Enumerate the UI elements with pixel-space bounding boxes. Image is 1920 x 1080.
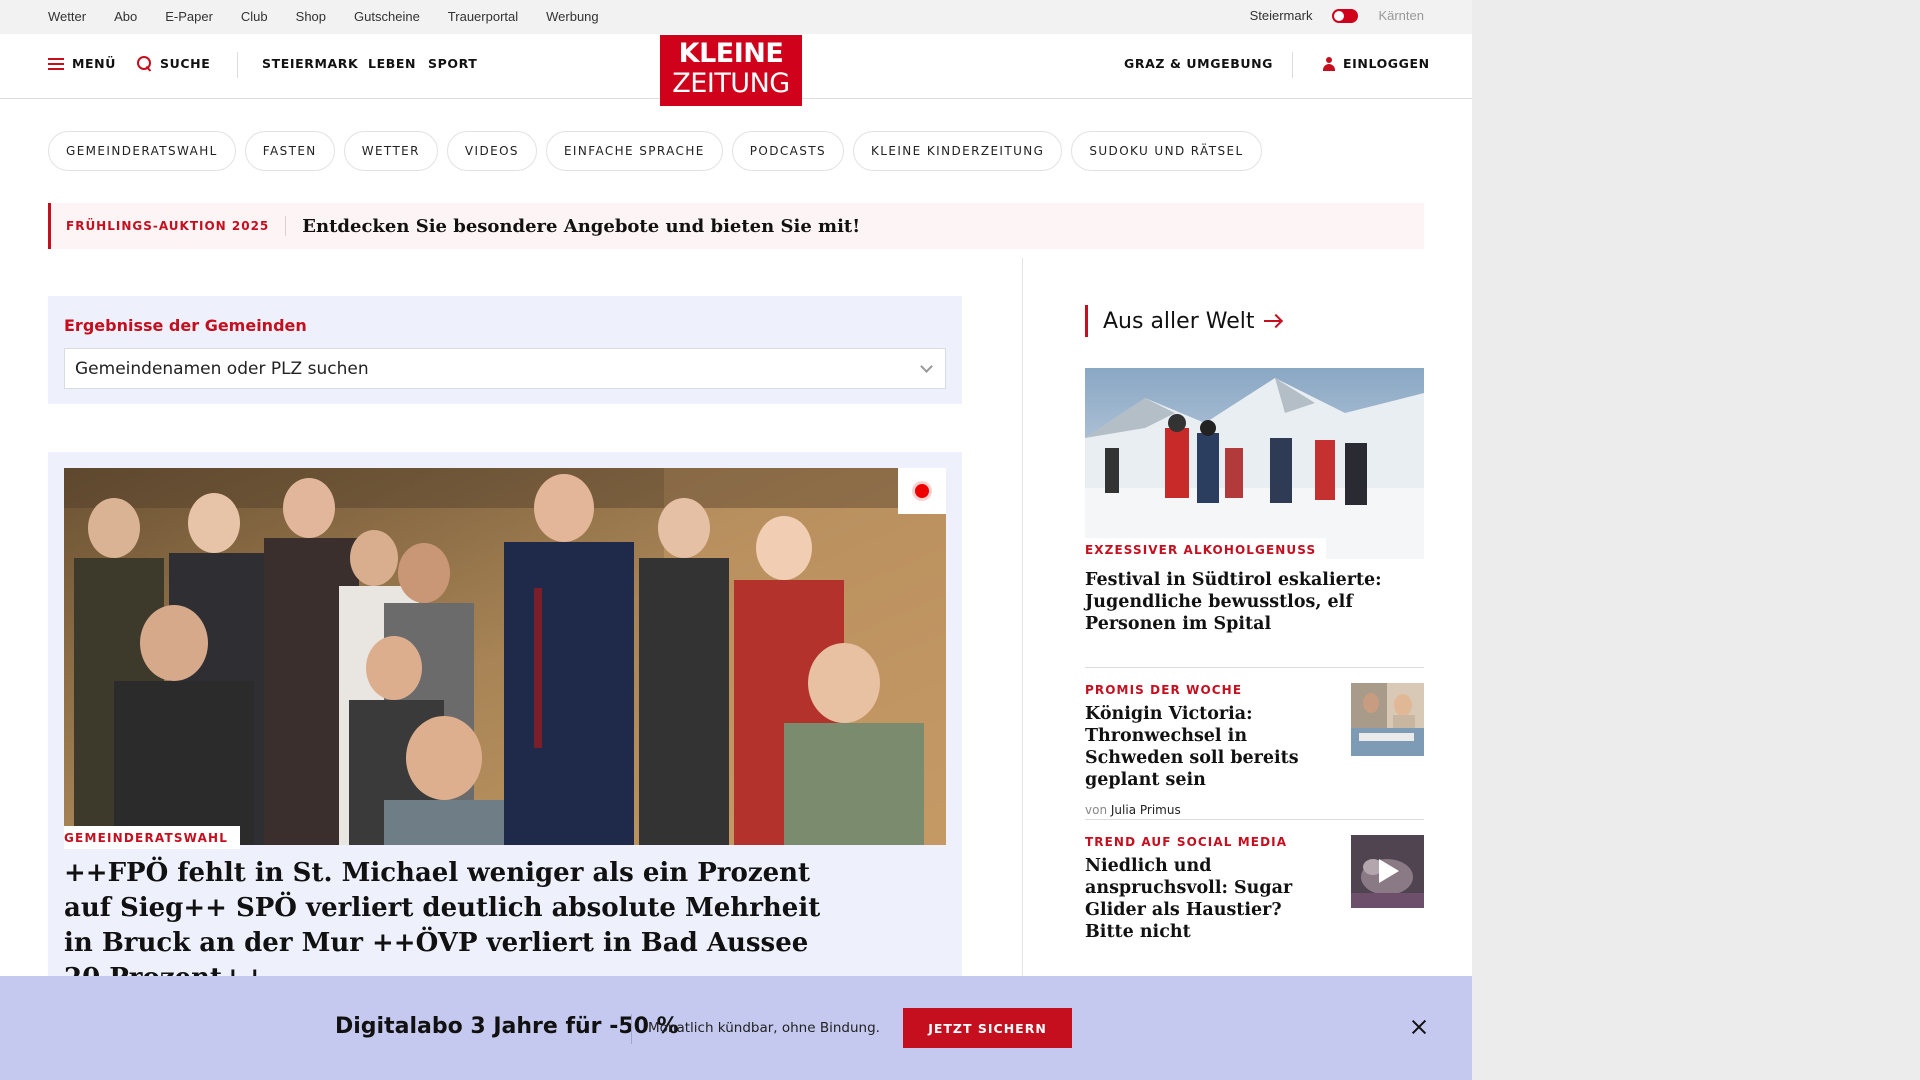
nav-steiermark[interactable]: STEIERMARK <box>262 56 358 71</box>
pill-podcasts[interactable]: PODCASTS <box>731 131 845 171</box>
sidebar-item-video-thumbnail[interactable] <box>1351 835 1424 908</box>
utility-link-abo[interactable]: Abo <box>114 9 137 24</box>
hero-image[interactable] <box>64 468 946 845</box>
pill-kinderzeitung[interactable]: KLEINE KINDERZEITUNG <box>853 131 1063 171</box>
hero-headline[interactable]: ++FPÖ fehlt in St. Michael weniger als e… <box>64 856 824 996</box>
gemeinden-select[interactable]: Gemeindenamen oder PLZ suchen <box>64 348 946 389</box>
utility-link-club[interactable]: Club <box>241 9 268 24</box>
royal-thumbnail-illustration <box>1351 683 1424 756</box>
menu-label: MENÜ <box>72 56 116 71</box>
utility-links: Wetter Abo E-Paper Club Shop Gutscheine … <box>48 9 627 24</box>
gemeinden-select-placeholder: Gemeindenamen oder PLZ suchen <box>75 358 369 379</box>
offer-text: Monatlich kündbar, ohne Bindung. <box>648 1020 880 1036</box>
region-kaernten[interactable]: Kärnten <box>1378 8 1424 23</box>
pill-fasten[interactable]: FASTEN <box>244 131 335 171</box>
logo-line2: ZEITUNG <box>672 68 790 99</box>
sidebar-item-headline[interactable]: Königin Victoria: Thronwechsel in Schwed… <box>1085 703 1333 791</box>
promo-banner[interactable]: FRÜHLINGS-AUKTION 2025 Entdecken Sie bes… <box>48 203 1424 249</box>
column-divider <box>1022 258 1023 998</box>
sidebar-item[interactable]: TREND AUF SOCIAL MEDIA Niedlich und ansp… <box>1085 835 1424 943</box>
utility-link-wetter[interactable]: Wetter <box>48 9 86 24</box>
login-button[interactable]: EINLOGGEN <box>1323 56 1430 71</box>
gemeinden-results-box: Ergebnisse der Gemeinden Gemeindenamen o… <box>48 296 962 404</box>
search-label: SUCHE <box>160 56 211 71</box>
pill-wetter[interactable]: WETTER <box>343 131 438 171</box>
arrow-right-icon <box>1264 314 1282 328</box>
author-name[interactable]: Julia Primus <box>1111 803 1181 817</box>
login-label: EINLOGGEN <box>1343 56 1430 71</box>
hero-tag: GEMEINDERATSWAHL <box>64 826 241 849</box>
region-steiermark[interactable]: Steiermark <box>1250 8 1313 23</box>
utility-link-trauerportal[interactable]: Trauerportal <box>448 9 518 24</box>
section-title: Aus aller Welt <box>1103 308 1255 334</box>
sidebar-item-thumbnail[interactable] <box>1351 683 1424 756</box>
gemeinden-title: Ergebnisse der Gemeinden <box>64 316 307 335</box>
close-icon[interactable] <box>1411 1019 1427 1035</box>
region-link-graz[interactable]: GRAZ & UMGEBUNG <box>1124 56 1273 71</box>
ski-photo-illustration <box>1085 368 1424 559</box>
section-heading-aus-aller-welt[interactable]: Aus aller Welt <box>1085 305 1282 337</box>
subscription-offer-banner: Digitalabo 3 Jahre für -50 % Monatlich k… <box>0 976 1472 1080</box>
utility-link-werbung[interactable]: Werbung <box>546 9 599 24</box>
region-toggle[interactable] <box>1332 8 1359 23</box>
utility-link-gutscheine[interactable]: Gutscheine <box>354 9 420 24</box>
sidebar-divider <box>1085 819 1424 820</box>
offer-cta-button[interactable]: JETZT SICHERN <box>903 1008 1072 1048</box>
author-prefix: von <box>1085 803 1108 817</box>
topic-pills: GEMEINDERATSWAHL FASTEN WETTER VIDEOS EI… <box>48 131 1262 171</box>
utility-link-shop[interactable]: Shop <box>296 9 326 24</box>
header-divider-right <box>1292 52 1293 78</box>
offer-divider <box>631 1014 632 1044</box>
utility-bar: Wetter Abo E-Paper Club Shop Gutscheine … <box>0 0 1472 34</box>
page: Wetter Abo E-Paper Club Shop Gutscheine … <box>0 0 1472 1080</box>
region-switch: Steiermark Kärnten <box>1250 8 1424 23</box>
main-header: MENÜ SUCHE STEIERMARK LEBEN SPORT KLEINE… <box>0 34 1472 106</box>
pill-einfache-sprache[interactable]: EINFACHE SPRACHE <box>545 131 723 171</box>
sidebar-top-headline[interactable]: Festival in Südtirol eskalierte: Jugendl… <box>1085 569 1385 635</box>
pill-sudoku[interactable]: SUDOKU UND RÄTSEL <box>1071 131 1262 171</box>
header-divider <box>237 52 238 78</box>
sidebar-divider <box>1085 667 1424 668</box>
search-icon <box>137 56 152 71</box>
chevron-down-icon <box>920 360 933 373</box>
sidebar-item-author: von Julia Primus <box>1085 803 1424 817</box>
search-button[interactable]: SUCHE <box>137 56 210 71</box>
offer-title: Digitalabo 3 Jahre für -50 % <box>335 1014 679 1039</box>
user-icon <box>1323 56 1335 71</box>
live-indicator <box>898 468 946 514</box>
menu-button[interactable]: MENÜ <box>48 56 116 71</box>
hero-photo-illustration <box>64 468 946 845</box>
kleine-zeitung-logo[interactable]: KLEINE ZEITUNG <box>660 35 802 106</box>
hero-article[interactable]: GEMEINDERATSWAHL ++FPÖ fehlt in St. Mich… <box>48 452 962 1012</box>
hamburger-icon <box>48 57 64 70</box>
play-icon <box>1379 859 1399 883</box>
pill-gemeinderatswahl[interactable]: GEMEINDERATSWAHL <box>48 131 236 171</box>
promo-tag: FRÜHLINGS-AUKTION 2025 <box>51 216 287 236</box>
sidebar-top-image[interactable] <box>1085 368 1424 559</box>
logo-line1: KLEINE <box>678 38 784 69</box>
sidebar-item[interactable]: PROMIS DER WOCHE Königin Victoria: Thron… <box>1085 683 1424 817</box>
pill-videos[interactable]: VIDEOS <box>446 131 537 171</box>
nav-leben[interactable]: LEBEN <box>368 56 416 71</box>
sidebar-item-headline[interactable]: Niedlich und anspruchsvoll: Sugar Glider… <box>1085 855 1333 943</box>
utility-link-epaper[interactable]: E-Paper <box>165 9 213 24</box>
page-gutter <box>1472 0 1920 1080</box>
promo-text: Entdecken Sie besondere Angebote und bie… <box>302 215 861 237</box>
nav-sport[interactable]: SPORT <box>428 56 477 71</box>
sidebar-top-tag: EXZESSIVER ALKOHOLGENUSS <box>1085 538 1327 561</box>
